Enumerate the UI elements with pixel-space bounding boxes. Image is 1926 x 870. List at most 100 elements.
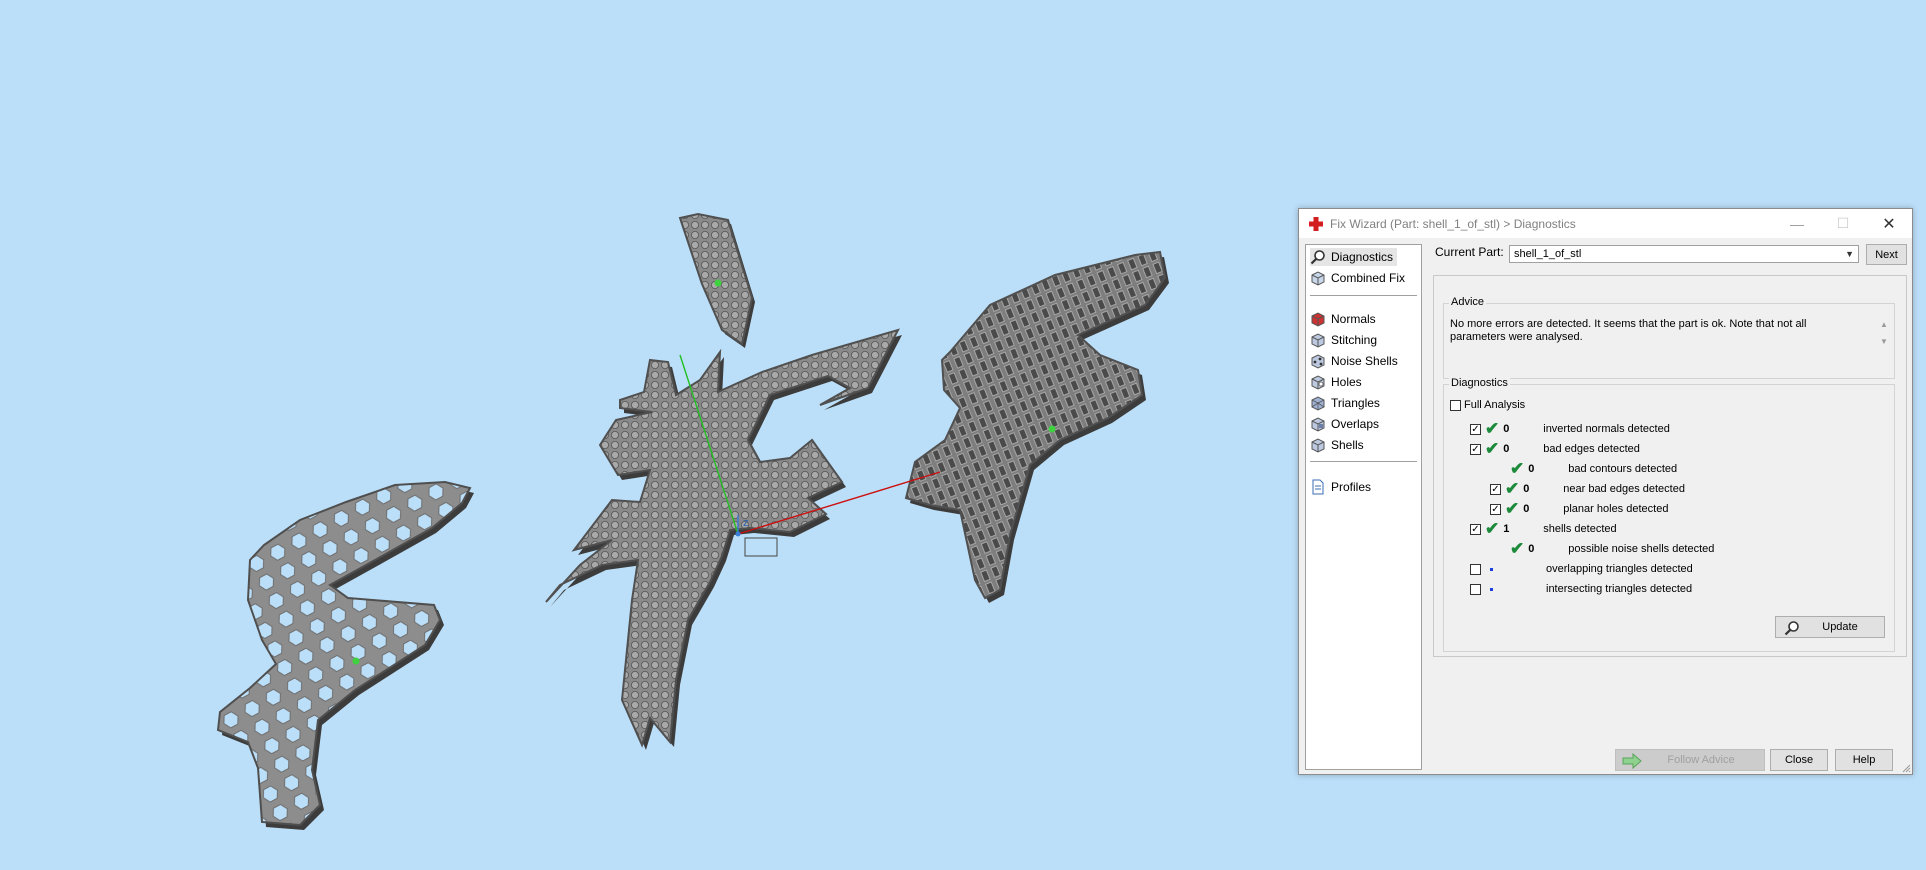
current-part-label: Current Part: bbox=[1435, 245, 1504, 259]
not-checked-dot-icon bbox=[1490, 587, 1493, 591]
row-label: inverted normals detected bbox=[1543, 423, 1670, 435]
advice-legend: Advice bbox=[1449, 296, 1487, 308]
nav-item-normals[interactable]: Normals bbox=[1310, 310, 1380, 328]
row-checkbox[interactable]: ✓ bbox=[1470, 443, 1481, 455]
row-label: bad edges detected bbox=[1543, 443, 1640, 455]
diagnostics-legend: Diagnostics bbox=[1449, 377, 1510, 389]
nav-item-overlaps[interactable]: Overlaps bbox=[1310, 415, 1383, 433]
checkmark-icon: ✔ bbox=[1505, 499, 1520, 518]
diag-row-bad-edges: ✓ ✔ 0 bad edges detected bbox=[1470, 439, 1640, 458]
row-count: 0 bbox=[1523, 503, 1530, 515]
row-count: 0 bbox=[1528, 463, 1535, 475]
row-checkbox[interactable]: ✓ bbox=[1470, 523, 1481, 535]
not-checked-dot-icon bbox=[1490, 567, 1493, 571]
part-hexagon-lattice[interactable] bbox=[216, 480, 474, 830]
z-axis-label: z bbox=[743, 517, 749, 529]
nav-label: Normals bbox=[1331, 312, 1376, 326]
stitching-cube-icon bbox=[1311, 333, 1325, 348]
nav-label: Overlaps bbox=[1331, 417, 1380, 431]
nav-label: Triangles bbox=[1331, 396, 1380, 410]
checkmark-icon: ✔ bbox=[1510, 459, 1525, 478]
wizard-nav-panel: Diagnostics Combined Fix Normals Stitchi… bbox=[1305, 244, 1422, 770]
cube-icon bbox=[1311, 271, 1325, 286]
nav-item-profiles[interactable]: Profiles bbox=[1310, 478, 1375, 496]
scroll-down-arrow-icon[interactable]: ▼ bbox=[1878, 333, 1890, 350]
holes-cube-icon bbox=[1311, 375, 1325, 390]
row-count: 0 bbox=[1528, 543, 1535, 555]
scroll-up-arrow-icon[interactable]: ▲ bbox=[1878, 316, 1890, 333]
nav-label: Diagnostics bbox=[1331, 250, 1394, 264]
arrow-right-icon bbox=[1622, 753, 1642, 769]
row-checkbox[interactable] bbox=[1470, 583, 1481, 595]
advice-group: Advice No more errors are detected. It s… bbox=[1443, 296, 1895, 379]
nav-item-triangles[interactable]: Triangles bbox=[1310, 394, 1384, 412]
triangles-cube-icon bbox=[1311, 396, 1325, 411]
fix-wizard-window: Fix Wizard (Part: shell_1_of_stl) > Diag… bbox=[1298, 208, 1913, 775]
maximize-button[interactable]: ☐ bbox=[1820, 209, 1866, 238]
nav-item-shells[interactable]: Shells bbox=[1310, 436, 1368, 454]
diag-row-noise-shells: ✔ 0 possible noise shells detected bbox=[1510, 539, 1714, 558]
checkmark-icon: ✔ bbox=[1485, 419, 1500, 438]
document-icon bbox=[1312, 479, 1324, 495]
minimize-button[interactable]: — bbox=[1774, 209, 1820, 238]
full-analysis-checkbox[interactable] bbox=[1450, 399, 1461, 411]
row-count: 0 bbox=[1503, 443, 1510, 455]
diag-row-shells: ✓ ✔ 1 shells detected bbox=[1470, 519, 1617, 538]
window-title: Fix Wizard (Part: shell_1_of_stl) > Diag… bbox=[1330, 216, 1576, 231]
part-cell-grid[interactable] bbox=[904, 250, 1169, 603]
row-checkbox[interactable]: ✓ bbox=[1490, 483, 1501, 495]
checkmark-icon: ✔ bbox=[1485, 519, 1500, 538]
row-label: intersecting triangles detected bbox=[1546, 583, 1693, 595]
nav-item-noise-shells[interactable]: Noise Shells bbox=[1310, 352, 1402, 370]
row-count: 0 bbox=[1523, 483, 1530, 495]
next-button[interactable]: Next bbox=[1866, 244, 1907, 265]
update-button-label: Update bbox=[1822, 621, 1858, 633]
noise-shells-icon bbox=[1311, 354, 1325, 369]
close-window-button[interactable]: ✕ bbox=[1866, 209, 1912, 238]
nav-item-holes[interactable]: Holes bbox=[1310, 373, 1366, 391]
row-count: 0 bbox=[1503, 423, 1510, 435]
nav-item-stitching[interactable]: Stitching bbox=[1310, 331, 1381, 349]
overlaps-cube-icon bbox=[1311, 417, 1325, 432]
checkmark-icon: ✔ bbox=[1485, 439, 1500, 458]
chevron-down-icon: ▼ bbox=[1845, 249, 1854, 259]
row-label: bad contours detected bbox=[1568, 463, 1678, 475]
follow-advice-button[interactable]: Follow Advice bbox=[1615, 749, 1765, 771]
medical-cross-icon bbox=[1309, 216, 1323, 231]
follow-advice-label: Follow Advice bbox=[1667, 754, 1735, 766]
title-bar[interactable]: Fix Wizard (Part: shell_1_of_stl) > Diag… bbox=[1299, 209, 1912, 238]
nav-label: Stitching bbox=[1331, 333, 1378, 347]
row-label: near bad edges detected bbox=[1563, 483, 1685, 495]
current-part-dropdown[interactable]: shell_1_of_stl ▼ bbox=[1509, 245, 1859, 263]
resize-grip-icon[interactable] bbox=[1901, 763, 1911, 773]
help-button[interactable]: Help bbox=[1835, 749, 1893, 771]
checkmark-icon: ✔ bbox=[1510, 539, 1525, 558]
row-label: shells detected bbox=[1543, 523, 1617, 535]
diag-row-bad-contours: ✔ 0 bad contours detected bbox=[1510, 459, 1678, 478]
diag-row-overlapping-triangles: overlapping triangles detected bbox=[1470, 561, 1693, 577]
row-label: planar holes detected bbox=[1563, 503, 1669, 515]
diag-row-near-bad-edges: ✓ ✔ 0 near bad edges detected bbox=[1490, 479, 1685, 498]
advice-scrollbar[interactable]: ▲ ▼ bbox=[1878, 316, 1890, 350]
nav-item-combined-fix[interactable]: Combined Fix bbox=[1310, 269, 1409, 287]
full-analysis-row[interactable]: Full Analysis bbox=[1450, 397, 1525, 413]
normals-cube-icon bbox=[1311, 312, 1325, 327]
checkmark-icon: ✔ bbox=[1505, 479, 1520, 498]
magnifier-icon bbox=[1784, 621, 1799, 636]
advice-text: No more errors are detected. It seems th… bbox=[1450, 318, 1807, 343]
row-checkbox[interactable] bbox=[1470, 563, 1481, 575]
close-button[interactable]: Close bbox=[1770, 749, 1828, 771]
row-count: 1 bbox=[1503, 523, 1510, 535]
diag-row-intersecting-triangles: intersecting triangles detected bbox=[1470, 581, 1692, 597]
nav-separator bbox=[1310, 295, 1417, 296]
update-button[interactable]: Update bbox=[1775, 616, 1885, 638]
nav-item-diagnostics[interactable]: Diagnostics bbox=[1310, 248, 1398, 266]
nav-label: Profiles bbox=[1331, 480, 1372, 494]
row-checkbox[interactable]: ✓ bbox=[1470, 423, 1481, 435]
row-checkbox[interactable]: ✓ bbox=[1490, 503, 1501, 515]
diag-row-inverted-normals: ✓ ✔ 0 inverted normals detected bbox=[1470, 419, 1670, 438]
shells-cube-icon bbox=[1311, 438, 1325, 453]
nav-label: Holes bbox=[1331, 375, 1362, 389]
current-part-value: shell_1_of_stl bbox=[1514, 248, 1582, 260]
part-bubble-lattice[interactable] bbox=[545, 212, 902, 750]
